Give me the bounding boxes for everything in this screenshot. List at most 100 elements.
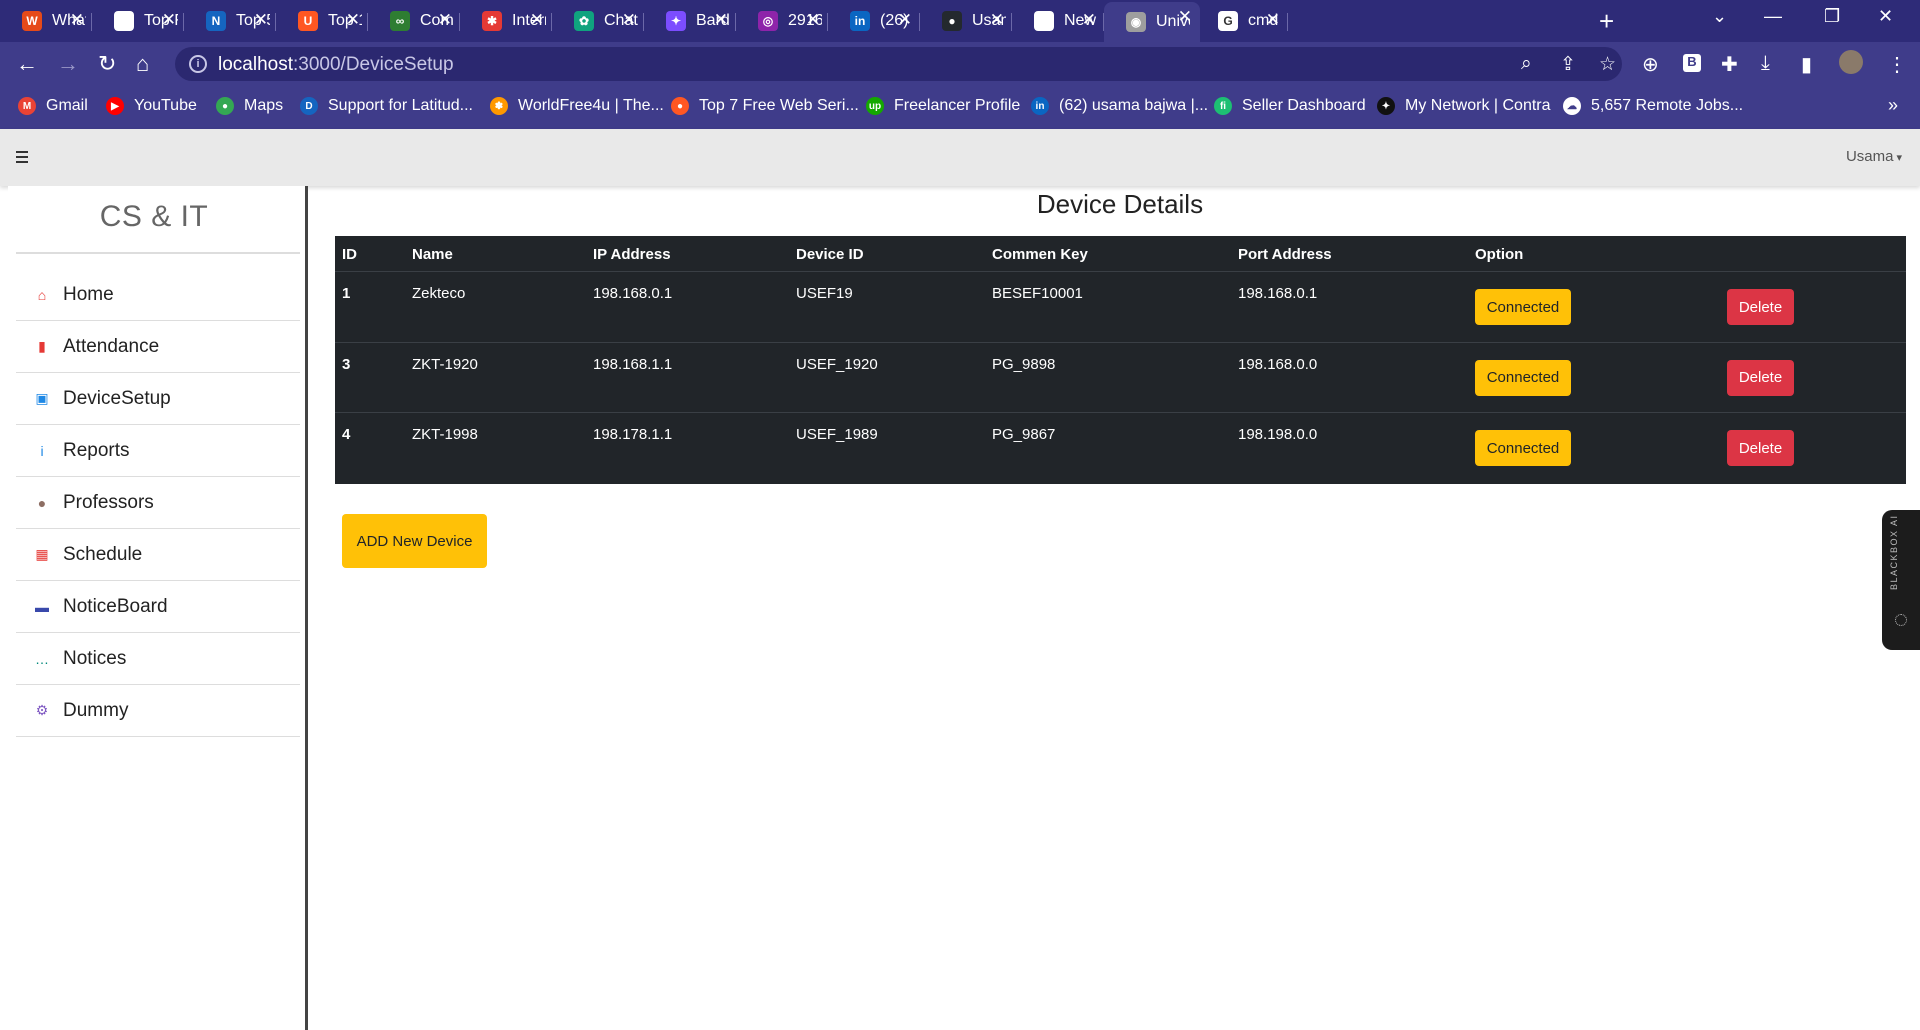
browser-tab[interactable]: Gcmd ✕ bbox=[1196, 5, 1288, 37]
url-text[interactable]: localhost:3000/DeviceSetup bbox=[218, 54, 454, 76]
bookmark-item[interactable]: ● Top 7 Free Web Seri... bbox=[671, 97, 859, 115]
browser-tab[interactable]: Top Free✕ bbox=[92, 5, 184, 37]
tab-close-icon[interactable]: ✕ bbox=[438, 10, 452, 30]
profile-avatar[interactable] bbox=[1839, 50, 1863, 74]
column-header: Option bbox=[1475, 246, 1524, 263]
cell-port: 198.168.0.1 bbox=[1238, 285, 1318, 302]
tab-close-icon[interactable]: ✕ bbox=[162, 10, 176, 30]
tab-close-icon[interactable]: ✕ bbox=[70, 10, 84, 30]
browser-tab[interactable]: NTop 5✕ bbox=[184, 5, 276, 37]
tab-favicon-icon: ✿ bbox=[574, 11, 594, 31]
bookmark-star-icon[interactable]: ☆ bbox=[1599, 53, 1616, 76]
tab-close-icon[interactable]: ✕ bbox=[1266, 10, 1280, 30]
bookmarks-overflow-icon[interactable]: » bbox=[1888, 95, 1898, 116]
tab-close-icon[interactable]: ✕ bbox=[1178, 7, 1192, 27]
tab-close-icon[interactable]: ✕ bbox=[346, 10, 360, 30]
user-dropdown[interactable]: Usama ▾ bbox=[1846, 148, 1902, 165]
tab-close-icon[interactable]: ✕ bbox=[254, 10, 268, 30]
sidebar-item-home[interactable]: ⌂ Home bbox=[16, 269, 300, 321]
brand-title: CS & IT bbox=[99, 200, 209, 233]
address-bar[interactable]: i localhost:3000/DeviceSetup ⌕ ⇪ ☆ bbox=[175, 47, 1622, 81]
connected-button[interactable]: Connected bbox=[1475, 430, 1571, 466]
browser-tab[interactable]: ●Usama✕ bbox=[920, 5, 1012, 37]
page-title: Device Details bbox=[1036, 189, 1204, 219]
tab-favicon-icon: G bbox=[1218, 11, 1238, 31]
minimize-icon[interactable]: — bbox=[1764, 6, 1782, 27]
blackbox-label: BLACKBOX AI bbox=[1889, 514, 1899, 590]
bookmark-item[interactable]: D Support for Latitud... bbox=[300, 97, 473, 115]
tab-close-icon[interactable]: ✕ bbox=[806, 10, 820, 30]
download-icon[interactable]: ⤓ bbox=[1761, 52, 1770, 75]
new-tab-icon[interactable]: + bbox=[1599, 6, 1614, 37]
sidebar-item-professors[interactable]: ● Professors bbox=[16, 477, 300, 529]
tab-close-icon[interactable]: ✕ bbox=[898, 10, 912, 30]
browser-tab[interactable]: ✱Internshala✕ bbox=[460, 5, 552, 37]
zoom-icon[interactable]: ⌕ bbox=[1521, 53, 1532, 75]
chrome-menu-icon[interactable]: ⋮ bbox=[1887, 52, 1907, 77]
bookmark-item[interactable]: ● Maps bbox=[216, 97, 283, 115]
extension-b-icon[interactable]: B bbox=[1683, 54, 1701, 72]
share-icon[interactable]: ⇪ bbox=[1560, 53, 1576, 76]
add-device-button[interactable]: ADD New Device bbox=[342, 514, 487, 568]
back-icon[interactable]: ← bbox=[16, 51, 38, 77]
bookmark-item[interactable]: fi Seller Dashboard bbox=[1214, 97, 1366, 115]
bookmark-item[interactable]: ▶ YouTube bbox=[106, 97, 197, 115]
sidebar-item-notices[interactable]: … Notices bbox=[16, 633, 300, 685]
column-header: Name bbox=[412, 246, 453, 263]
extension-plus-icon[interactable]: ⊕ bbox=[1642, 52, 1659, 77]
bookmark-favicon-icon: up bbox=[866, 97, 884, 115]
connected-button[interactable]: Connected bbox=[1475, 359, 1571, 396]
browser-tab[interactable]: UTop 10✕ bbox=[276, 5, 368, 37]
tab-search-icon[interactable]: ⌄ bbox=[1712, 6, 1727, 27]
sidebar-item-attendance[interactable]: ▮ Attendance bbox=[16, 321, 300, 373]
cell-key: PG_9867 bbox=[992, 426, 1056, 443]
bookmark-item[interactable]: ✦ My Network | Contra bbox=[1377, 97, 1551, 115]
tab-close-icon[interactable]: ✕ bbox=[530, 10, 544, 30]
table-header: ID Name IP Address Device ID Commen Key Port … bbox=[335, 236, 1906, 272]
sidebar-item-label: Reports bbox=[63, 439, 130, 461]
side-panel-icon[interactable]: ▮ bbox=[1801, 52, 1812, 77]
browser-tab[interactable]: WWhatsApp✕ bbox=[0, 5, 92, 37]
forward-icon[interactable]: → bbox=[57, 51, 79, 77]
sidebar-item-label: DeviceSetup bbox=[63, 387, 171, 409]
bookmark-item[interactable]: ☁ 5,657 Remote Jobs... bbox=[1563, 97, 1743, 115]
tab-close-icon[interactable]: ✕ bbox=[714, 10, 728, 30]
sidebar-item-schedule[interactable]: ▦ Schedule bbox=[16, 529, 300, 581]
tab-favicon-icon bbox=[114, 11, 134, 31]
sidebar-item-label: NoticeBoard bbox=[63, 595, 168, 617]
delete-button[interactable]: Delete bbox=[1727, 430, 1794, 466]
tab-close-icon[interactable]: ✕ bbox=[1082, 10, 1096, 30]
browser-tab[interactable]: in (26) ✕ bbox=[828, 5, 920, 37]
tab-close-icon[interactable]: ✕ bbox=[622, 10, 636, 30]
browser-tab[interactable]: ✦ Bard ✕ bbox=[644, 5, 736, 37]
restore-icon[interactable]: ❐ bbox=[1824, 6, 1840, 27]
bookmark-item[interactable]: M Gmail bbox=[18, 97, 88, 115]
window-close-icon[interactable]: ✕ bbox=[1878, 6, 1893, 27]
bookmark-item[interactable]: up Freelancer Profile bbox=[866, 97, 1020, 115]
browser-tab[interactable]: New Tab✕ bbox=[1012, 5, 1104, 37]
tab-favicon-icon bbox=[1034, 11, 1054, 31]
cell-port: 198.198.0.0 bbox=[1238, 426, 1318, 443]
sidebar-item-noticeboard[interactable]: ▬ NoticeBoard bbox=[16, 581, 300, 633]
browser-tab[interactable]: ◉University✕ bbox=[1104, 2, 1200, 42]
menu-toggle-icon[interactable] bbox=[16, 151, 28, 166]
browser-tab[interactable]: ∞Compress✕ bbox=[368, 5, 460, 37]
extensions-puzzle-icon[interactable]: ✚ bbox=[1721, 52, 1738, 77]
blackbox-ai-widget[interactable]: BLACKBOX AI bbox=[1882, 510, 1920, 650]
delete-button[interactable]: Delete bbox=[1727, 289, 1794, 325]
bookmark-favicon-icon: in bbox=[1031, 97, 1049, 115]
home-browser-icon[interactable]: ⌂ bbox=[136, 51, 149, 77]
tab-favicon-icon: ✦ bbox=[666, 11, 686, 31]
browser-tab[interactable]: ◎ 2916 ✕ bbox=[736, 5, 828, 37]
delete-button[interactable]: Delete bbox=[1727, 359, 1794, 396]
bookmark-item[interactable]: in (62) usama bajwa |... bbox=[1031, 97, 1208, 115]
tab-close-icon[interactable]: ✕ bbox=[990, 10, 1004, 30]
sidebar-item-dummy[interactable]: ⚙ Dummy bbox=[16, 685, 300, 737]
sidebar-item-reports[interactable]: i Reports bbox=[16, 425, 300, 477]
sidebar-item-devicesetup[interactable]: ▣ DeviceSetup bbox=[16, 373, 300, 425]
reload-icon[interactable]: ↻ bbox=[98, 51, 116, 77]
browser-tab[interactable]: ✿ChatGPT✕ bbox=[552, 5, 644, 37]
connected-button[interactable]: Connected bbox=[1475, 289, 1571, 325]
bookmark-item[interactable]: ✽ WorldFree4u | The... bbox=[490, 97, 664, 115]
site-info-icon[interactable]: i bbox=[189, 55, 207, 73]
